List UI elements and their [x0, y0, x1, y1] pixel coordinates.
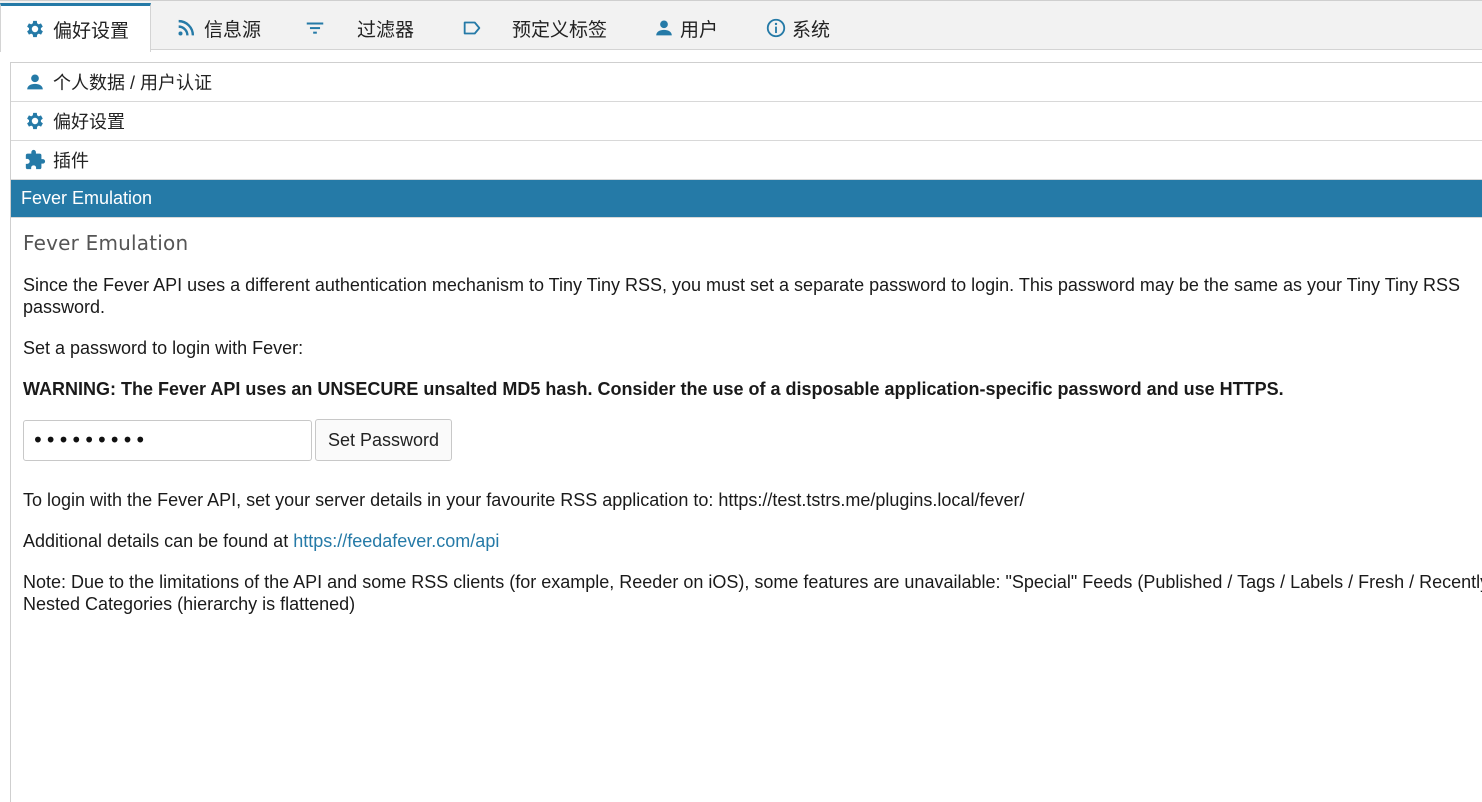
user-icon [652, 16, 676, 40]
password-field[interactable] [23, 419, 312, 461]
note-text: Note: Due to the limitations of the API … [23, 572, 1482, 592]
note-text-cont: Nested Categories (hierarchy is flattene… [23, 594, 356, 614]
tab-label: 预定义标签 [512, 19, 608, 41]
tab-labels[interactable]: 预定义标签 [460, 5, 607, 51]
tab-feeds[interactable]: 信息源 [174, 5, 261, 51]
section-label: 偏好设置 [53, 112, 125, 132]
password-row: Set Password [23, 419, 1478, 461]
intro-text: Since the Fever API uses a different aut… [23, 275, 1461, 295]
login-info: To login with the Fever API, set your se… [23, 490, 1025, 510]
section-preferences[interactable]: 偏好设置 [11, 102, 1482, 141]
intro-text-cont: password. [23, 297, 106, 317]
puzzle-icon [23, 148, 47, 172]
section-personal-data[interactable]: 个人数据 / 用户认证 [11, 63, 1482, 102]
info-icon [764, 16, 788, 40]
rss-icon [174, 16, 198, 40]
section-plugins[interactable]: 插件 [11, 141, 1482, 180]
preferences-accordion: 个人数据 / 用户认证 偏好设置 插件 Fever Emulation Feve… [10, 62, 1482, 802]
details-prefix: Additional details can be found at [23, 531, 294, 551]
tab-label: 信息源 [204, 19, 262, 41]
details-text: Additional details can be found at https… [23, 530, 1478, 552]
section-label: 个人数据 / 用户认证 [53, 73, 213, 93]
tab-preferences[interactable]: 偏好设置 [0, 3, 151, 52]
section-label: 插件 [53, 151, 89, 171]
user-icon [23, 70, 47, 94]
section-label: Fever Emulation [21, 188, 153, 208]
security-warning: WARNING: The Fever API uses an UNSECURE … [23, 379, 1284, 399]
fever-content: Fever Emulation Since the Fever API uses… [11, 218, 1482, 648]
tab-filters[interactable]: 过滤器 [303, 5, 414, 51]
tab-users[interactable]: 用户 [652, 5, 718, 51]
tab-system[interactable]: 系统 [764, 5, 830, 51]
tab-label: 偏好设置 [53, 20, 130, 42]
top-tab-bar: 偏好设置 信息源 过滤器 预定义标签 用户 系统 [0, 0, 1482, 52]
gear-icon [23, 109, 47, 133]
gear-icon [23, 17, 47, 41]
tab-label: 用户 [680, 19, 719, 41]
set-password-button[interactable]: Set Password [315, 419, 453, 461]
filter-icon [303, 16, 327, 40]
fever-heading: Fever Emulation [23, 231, 189, 255]
tab-label: 过滤器 [357, 19, 415, 41]
section-fever-emulation[interactable]: Fever Emulation [11, 180, 1482, 218]
label-icon [460, 16, 484, 40]
api-docs-link[interactable]: https://feedafever.com/api [293, 531, 499, 551]
set-password-prompt: Set a password to login with Fever: [23, 338, 304, 358]
tab-label: 系统 [792, 19, 831, 41]
